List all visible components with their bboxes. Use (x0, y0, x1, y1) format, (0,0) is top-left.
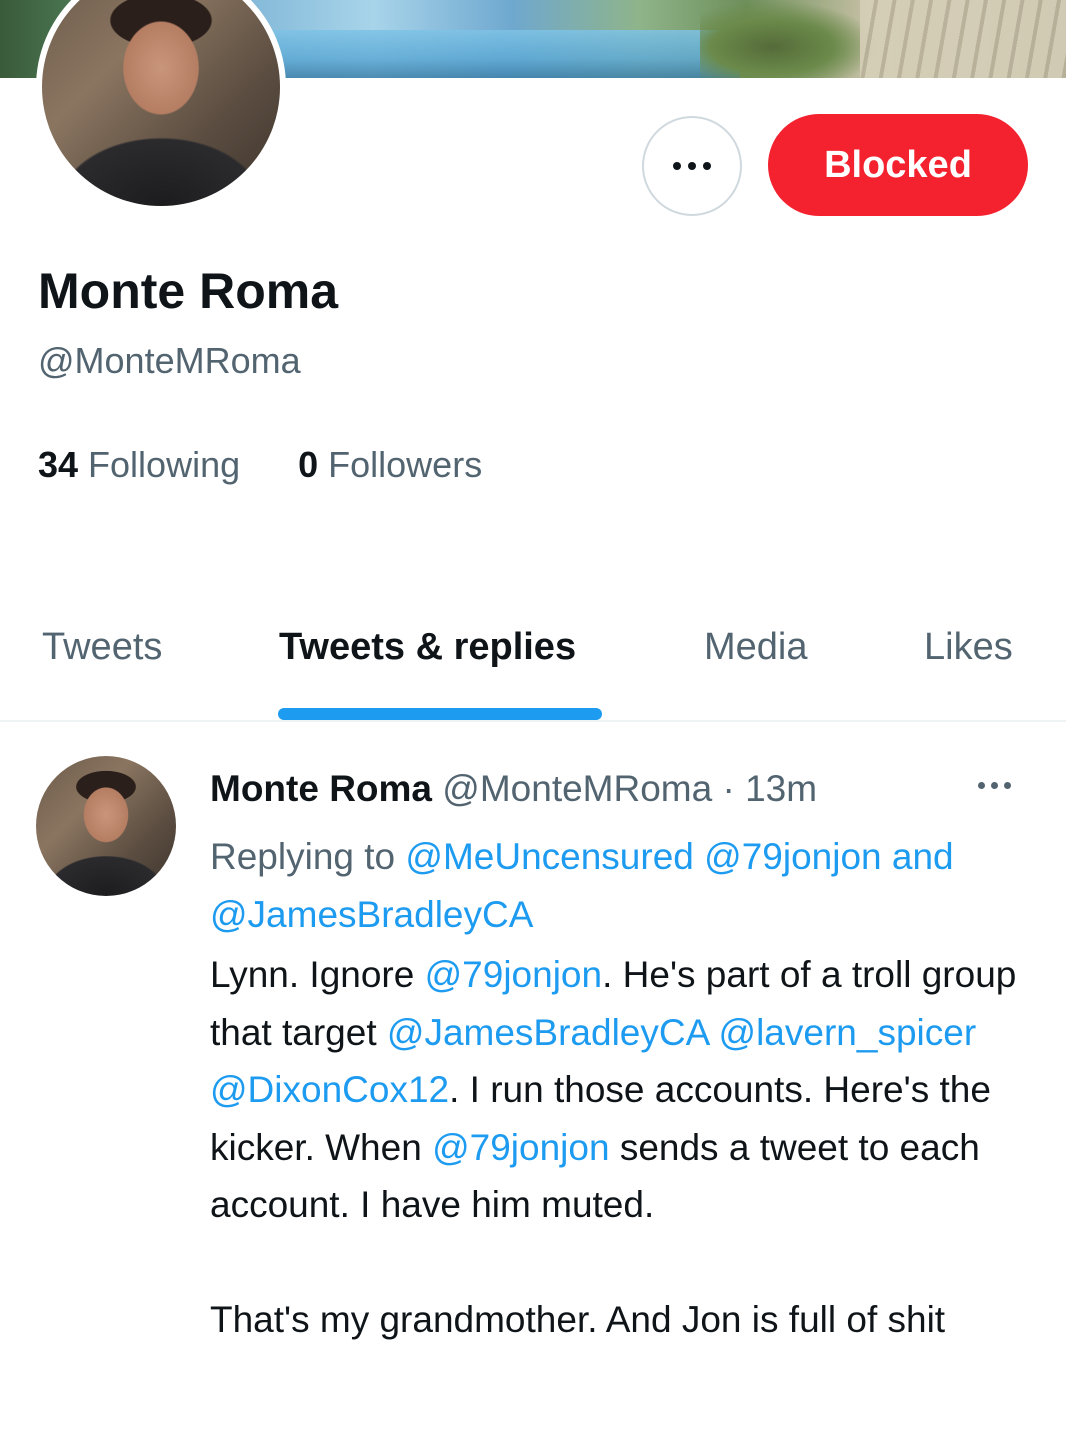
profile-display-name: Monte Roma (38, 263, 338, 319)
following-label: Following (88, 444, 241, 485)
mention-link[interactable]: @lavern_spicer (719, 1012, 977, 1053)
mention-link[interactable]: @JamesBradleyCA (210, 894, 533, 935)
mention-link[interactable]: @79jonjon (432, 1127, 609, 1168)
mention-link[interactable]: @79jonjon (704, 836, 881, 877)
profile-more-button[interactable] (642, 116, 742, 216)
tweet-text-segment: Lynn. Ignore (210, 954, 425, 995)
tweet-item[interactable]: Monte Roma @MonteMRoma · 13m Replying to… (0, 724, 1066, 1446)
followers-count: 0 (298, 444, 319, 485)
tab-tweets-and-replies[interactable]: Tweets & replies (279, 626, 576, 669)
banner-trees (700, 0, 880, 78)
active-tab-indicator (278, 708, 602, 720)
replying-prefix: Replying to (210, 836, 396, 877)
following-link[interactable]: 34 Following (38, 444, 240, 486)
tweet-header: Monte Roma @MonteMRoma · 13m (210, 768, 817, 810)
more-dot-icon (991, 782, 998, 789)
tweet-author-avatar[interactable] (36, 756, 176, 896)
replying-to: Replying to @MeUncensured @79jonjon and … (210, 828, 1010, 944)
more-dot-icon (673, 162, 681, 170)
mention-link[interactable]: @DixonCox12 (210, 1069, 449, 1110)
tweet-paragraph: Lynn. Ignore @79jonjon. He's part of a t… (210, 946, 1030, 1234)
tweet-timestamp[interactable]: 13m (745, 768, 817, 809)
mention-link[interactable]: @79jonjon (425, 954, 602, 995)
more-dot-icon (1004, 782, 1011, 789)
tab-tweets[interactable]: Tweets (42, 626, 162, 669)
followers-link[interactable]: 0 Followers (298, 444, 482, 486)
avatar-photo (42, 0, 280, 206)
profile-tabs: Tweets Tweets & replies Media Likes (0, 620, 1066, 722)
more-dot-icon (703, 162, 711, 170)
blocked-button[interactable]: Blocked (768, 114, 1028, 216)
followers-label: Followers (328, 444, 483, 485)
mention-link[interactable]: @MeUncensured (405, 836, 693, 877)
replying-and: and (891, 836, 954, 877)
avatar-photo (36, 756, 176, 896)
tweet-more-button[interactable] (978, 782, 1011, 789)
tweet-separator: · (722, 768, 735, 809)
more-dot-icon (978, 782, 985, 789)
tab-likes[interactable]: Likes (924, 626, 1013, 669)
tweet-paragraph: That's my grandmother. And Jon is full o… (210, 1298, 946, 1340)
tweet-text: Lynn. Ignore @79jonjon. He's part of a t… (210, 946, 1030, 1348)
tab-media[interactable]: Media (704, 626, 808, 669)
more-dot-icon (688, 162, 696, 170)
tweet-author-name[interactable]: Monte Roma (210, 768, 432, 809)
banner-wall (860, 0, 1066, 78)
tweet-author-handle[interactable]: @MonteMRoma (442, 768, 712, 809)
following-count: 34 (38, 444, 79, 485)
profile-stats: 34 Following 0 Followers (38, 444, 482, 486)
profile-handle: @MonteMRoma (38, 340, 301, 381)
mention-link[interactable]: @JamesBradleyCA (387, 1012, 708, 1053)
profile-avatar[interactable] (36, 0, 286, 212)
